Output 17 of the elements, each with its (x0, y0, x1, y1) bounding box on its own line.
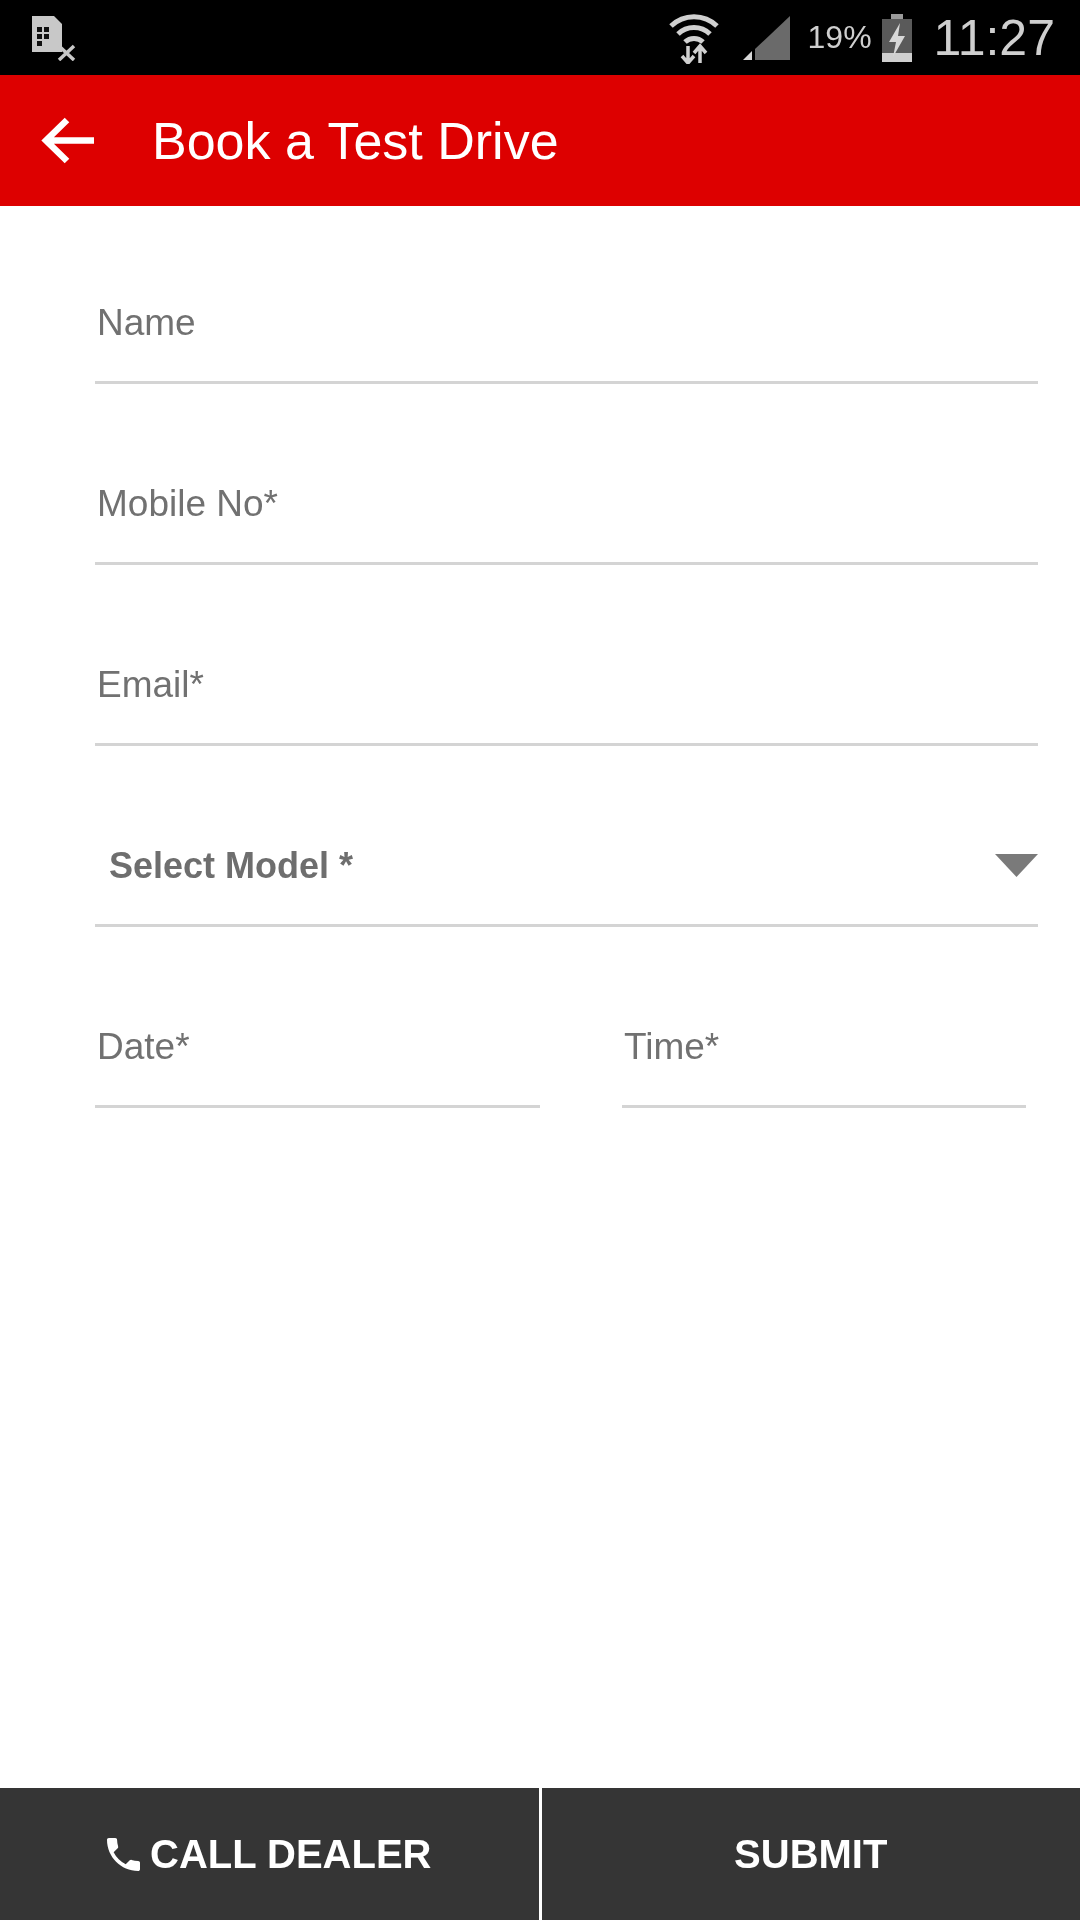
input-field[interactable]: Mobile No* (95, 465, 1038, 565)
back-arrow-icon[interactable] (40, 117, 95, 164)
screen-title: Book a Test Drive (152, 110, 559, 171)
input-field[interactable]: Date* (95, 1008, 540, 1108)
signal-icon (742, 15, 790, 60)
phone-icon (107, 1837, 140, 1871)
clock-time: 11:27 (933, 8, 1055, 67)
input-field[interactable]: Time* (622, 1008, 1026, 1108)
call-dealer-button[interactable]: CALL DEALER (0, 1788, 539, 1920)
input-field[interactable]: Email* (95, 646, 1038, 746)
battery-percent: 19% (807, 19, 872, 56)
wifi-icon (667, 11, 720, 64)
battery-charging-icon (881, 13, 912, 62)
sim-card-x-icon (30, 14, 76, 61)
caret-icon (995, 854, 1038, 877)
dropdown-field[interactable]: Select Model * (95, 827, 1038, 927)
input-field[interactable]: Name (95, 284, 1038, 384)
